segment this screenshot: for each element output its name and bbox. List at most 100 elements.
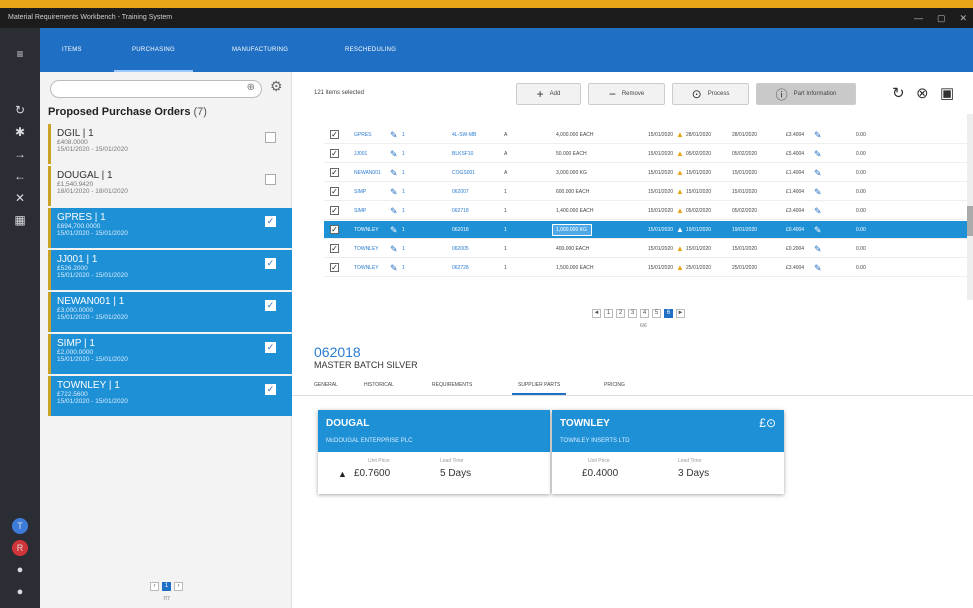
edit-icon[interactable]: ✎ (390, 221, 398, 239)
search-input[interactable]: ⊕ (50, 80, 262, 98)
settings-icon[interactable]: ✱ (12, 124, 28, 140)
currency-icon[interactable]: £⊙ (759, 416, 776, 430)
maximize-button[interactable]: ▢ (937, 8, 946, 28)
help-icon[interactable]: ● (12, 562, 28, 578)
order-item[interactable]: GPRES | 1 £694,700.0000 15/01/2020 - 15/01… (48, 208, 292, 248)
tab-rescheduling[interactable]: RESCHEDULING (345, 28, 396, 72)
row-checkbox[interactable]: ✓ (330, 225, 339, 234)
order-checkbox[interactable] (265, 132, 276, 143)
order-item[interactable]: JJ001 | 1 £526.2000 15/01/2020 - 15/01/202… (48, 250, 292, 290)
info-icon[interactable]: ● (12, 584, 28, 600)
cancel-icon[interactable]: ⊗ (916, 84, 929, 102)
part-link[interactable]: 062018 (452, 221, 469, 239)
edit-price-icon[interactable]: ✎ (814, 221, 822, 239)
order-checkbox[interactable]: ✓ (265, 258, 276, 269)
supplier-card-dougal[interactable]: DOUGAL McDOUGAL ENTERPRISE PLC Unit Pric… (318, 410, 550, 494)
supplier-link[interactable]: GPRES (354, 126, 372, 144)
edit-price-icon[interactable]: ✎ (814, 145, 822, 163)
qty-link[interactable]: 1 (402, 183, 405, 201)
row-checkbox[interactable]: ✓ (330, 244, 339, 253)
detail-tab[interactable]: REQUIREMENTS (432, 376, 472, 394)
supplier-link[interactable]: JJ001 (354, 145, 367, 163)
qty-link[interactable]: 1 (402, 202, 405, 220)
next-page-button[interactable]: › (174, 582, 183, 591)
order-checkbox[interactable]: ✓ (265, 300, 276, 311)
refresh-icon[interactable]: ↻ (12, 102, 28, 118)
grid-page-button[interactable]: 2 (616, 309, 625, 318)
search-icon[interactable]: ⊕ (247, 82, 255, 93)
arrow-left-icon[interactable]: ← (12, 168, 28, 184)
qty-link[interactable]: 1 (402, 126, 405, 144)
supplier-link[interactable]: TOWNLEY (354, 259, 379, 277)
supplier-link[interactable]: TOWNLEY (354, 240, 379, 258)
reload-icon[interactable]: ↻ (892, 84, 905, 102)
tab-purchasing[interactable]: PURCHASING (113, 28, 194, 72)
table-row[interactable]: ✓ TOWNLEY ✎ 1 062018 1 1,000.000 KG 15/01/2020 ▲… (324, 221, 969, 239)
edit-icon[interactable]: ✎ (390, 183, 398, 201)
supplier-link[interactable]: SIMP (354, 202, 366, 220)
edit-price-icon[interactable]: ✎ (814, 164, 822, 182)
user-t-icon[interactable]: T (12, 518, 28, 534)
supplier-link[interactable]: TOWNLEY (354, 221, 379, 239)
minimize-button[interactable]: — (914, 8, 923, 28)
row-checkbox[interactable]: ✓ (330, 130, 339, 139)
part-link[interactable]: 062005 (452, 240, 469, 258)
row-checkbox[interactable]: ✓ (330, 168, 339, 177)
part-link[interactable]: 062718 (452, 202, 469, 220)
edit-price-icon[interactable]: ✎ (814, 202, 822, 220)
calculator-icon[interactable]: ▦ (12, 212, 28, 228)
order-item[interactable]: NEWAN001 | 1 £3,000.0000 15/01/2020 - 15/0… (48, 292, 292, 332)
grid-page-button[interactable]: ► (676, 309, 685, 318)
edit-icon[interactable]: ✎ (390, 164, 398, 182)
table-row[interactable]: ✓ NEWAN001 ✎ 1 COGS001 A 3,000.000 KG 15/01/202… (324, 164, 969, 182)
table-row[interactable]: ✓ SIMP ✎ 1 062718 1 1,400.000 EACH 15/01/2020 ▲ 0… (324, 202, 969, 220)
order-item[interactable]: TOWNLEY | 1 £722.5600 15/01/2020 - 15/01/2… (48, 376, 292, 416)
tab-manufacturing[interactable]: MANUFACTURING (232, 28, 288, 72)
order-item[interactable]: DOUGAL | 1 £1,540.9420 18/01/2020 - 18/01/… (48, 166, 292, 206)
edit-price-icon[interactable]: ✎ (814, 259, 822, 277)
table-row[interactable]: ✓ JJ001 ✎ 1 BLKSF10 A 50.000 EACH 15/01/2020 ▲ 05… (324, 145, 969, 163)
edit-icon[interactable]: ✎ (390, 126, 398, 144)
edit-icon[interactable]: ✎ (390, 202, 398, 220)
grid-page-button[interactable]: ◄ (592, 309, 601, 318)
part-link[interactable]: COGS001 (452, 164, 475, 182)
remove-button[interactable]: − Remove (588, 83, 665, 105)
order-item[interactable]: SIMP | 1 £2,000.0000 15/01/2020 - 15/01/20… (48, 334, 292, 374)
supplier-link[interactable]: SIMP (354, 183, 366, 201)
row-checkbox[interactable]: ✓ (330, 206, 339, 215)
detail-tab[interactable]: SUPPLIER PARTS (511, 376, 567, 395)
row-checkbox[interactable]: ✓ (330, 263, 339, 272)
order-checkbox[interactable]: ✓ (265, 342, 276, 353)
detail-tab[interactable]: GENERAL (314, 376, 338, 394)
row-checkbox[interactable]: ✓ (330, 149, 339, 158)
close-window-button[interactable]: ✕ (959, 8, 967, 28)
part-link[interactable]: 062007 (452, 183, 469, 201)
supplier-card-townley[interactable]: TOWNLEY TOWNLEY INSERTS LTD £⊙ Unit Pric… (552, 410, 784, 494)
grid-page-button[interactable]: 6 (664, 309, 673, 318)
part-link[interactable]: 062728 (452, 259, 469, 277)
part-link[interactable]: BLKSF10 (452, 145, 473, 163)
order-checkbox[interactable] (265, 174, 276, 185)
arrow-right-icon[interactable]: → (12, 146, 28, 162)
prev-page-button[interactable]: ‹ (150, 582, 159, 591)
order-item[interactable]: DGIL | 1 £408.0000 15/01/2020 - 15/01/2020 (48, 124, 292, 164)
qty-link[interactable]: 1 (402, 145, 405, 163)
grid-page-button[interactable]: 5 (652, 309, 661, 318)
table-row[interactable]: ✓ TOWNLEY ✎ 1 062728 1 1,500.000 EACH 15/01/202… (324, 259, 969, 277)
qty-link[interactable]: 1 (402, 221, 405, 239)
grid-page-button[interactable]: 4 (640, 309, 649, 318)
edit-icon[interactable]: ✎ (390, 145, 398, 163)
tab-items[interactable]: ITEMS (62, 28, 82, 72)
qty-link[interactable]: 1 (402, 164, 405, 182)
scroll-thumb[interactable] (967, 206, 973, 236)
detail-tab[interactable]: HISTORICAL (364, 376, 394, 394)
part-info-button[interactable]: ⓘ Part Information (756, 83, 856, 105)
edit-price-icon[interactable]: ✎ (814, 183, 822, 201)
menu-icon[interactable]: ≡ (12, 46, 28, 62)
order-checkbox[interactable]: ✓ (265, 216, 276, 227)
qty-link[interactable]: 1 (402, 240, 405, 258)
close-icon[interactable]: ✕ (12, 190, 28, 206)
process-button[interactable]: ⊙ Process (672, 83, 749, 105)
edit-icon[interactable]: ✎ (390, 259, 398, 277)
qty-link[interactable]: 1 (402, 259, 405, 277)
